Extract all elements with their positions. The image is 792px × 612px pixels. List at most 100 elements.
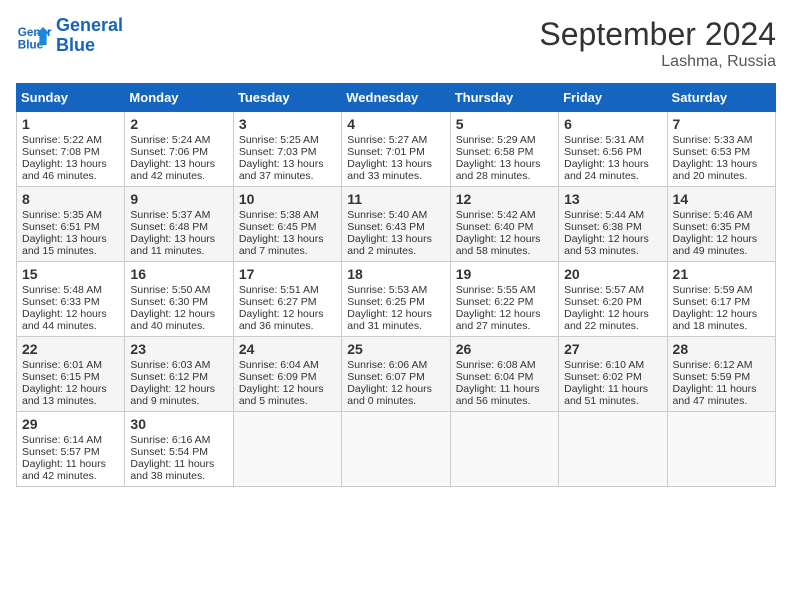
calendar-cell: 11Sunrise: 5:40 AMSunset: 6:43 PMDayligh… [342, 187, 450, 262]
day-info-line: Sunrise: 5:53 AM [347, 284, 444, 296]
calendar-cell: 25Sunrise: 6:06 AMSunset: 6:07 PMDayligh… [342, 337, 450, 412]
day-info-line: Sunrise: 5:37 AM [130, 209, 227, 221]
day-info-line: Daylight: 12 hours [564, 308, 661, 320]
day-info-line: and 15 minutes. [22, 245, 119, 257]
col-header-wednesday: Wednesday [342, 84, 450, 112]
day-info-line: Sunset: 6:45 PM [239, 221, 336, 233]
calendar-cell: 5Sunrise: 5:29 AMSunset: 6:58 PMDaylight… [450, 112, 558, 187]
day-number: 18 [347, 266, 444, 282]
logo: General Blue General Blue [16, 16, 123, 56]
day-info-line: Daylight: 11 hours [564, 383, 661, 395]
day-info-line: Sunset: 6:02 PM [564, 371, 661, 383]
day-info-line: Daylight: 13 hours [347, 233, 444, 245]
day-number: 5 [456, 116, 553, 132]
day-info-line: Daylight: 11 hours [22, 458, 119, 470]
day-number: 14 [673, 191, 770, 207]
day-info-line: Sunset: 7:01 PM [347, 146, 444, 158]
calendar-cell: 4Sunrise: 5:27 AMSunset: 7:01 PMDaylight… [342, 112, 450, 187]
calendar-cell: 19Sunrise: 5:55 AMSunset: 6:22 PMDayligh… [450, 262, 558, 337]
calendar-cell [233, 412, 341, 487]
month-title: September 2024 [539, 16, 776, 53]
calendar-cell: 24Sunrise: 6:04 AMSunset: 6:09 PMDayligh… [233, 337, 341, 412]
calendar-cell: 20 Sunrise: 5:57 AMSunset: 6:20 PMDayligh… [559, 262, 667, 337]
day-number: 13 [564, 191, 661, 207]
day-info-line: Sunrise: 5:33 AM [673, 134, 770, 146]
day-info-line: Daylight: 13 hours [22, 158, 119, 170]
location-subtitle: Lashma, Russia [539, 53, 776, 71]
day-info-line: and 20 minutes. [673, 170, 770, 182]
day-info-line: Daylight: 12 hours [239, 308, 336, 320]
day-info-line: and 33 minutes. [347, 170, 444, 182]
day-info-line: Sunrise: 5:44 AM [564, 209, 661, 221]
day-number: 11 [347, 191, 444, 207]
day-info-line: Daylight: 12 hours [22, 308, 119, 320]
day-info-line: Daylight: 13 hours [673, 158, 770, 170]
day-info-line: Sunset: 7:03 PM [239, 146, 336, 158]
day-info-line: Daylight: 13 hours [564, 158, 661, 170]
day-number: 22 [22, 341, 119, 357]
day-number: 23 [130, 341, 227, 357]
calendar-cell: 21Sunrise: 5:59 AMSunset: 6:17 PMDayligh… [667, 262, 775, 337]
day-info-line: Sunset: 6:27 PM [239, 296, 336, 308]
day-info-line: Sunset: 5:57 PM [22, 446, 119, 458]
day-info-line: and 42 minutes. [22, 470, 119, 482]
day-info-line: Sunset: 6:20 PM [564, 296, 661, 308]
calendar-cell: 16Sunrise: 5:50 AMSunset: 6:30 PMDayligh… [125, 262, 233, 337]
day-number: 26 [456, 341, 553, 357]
day-info-line: Sunset: 6:25 PM [347, 296, 444, 308]
day-info-line: Daylight: 13 hours [239, 233, 336, 245]
calendar-week-row: 15Sunrise: 5:48 AMSunset: 6:33 PMDayligh… [17, 262, 776, 337]
day-number: 27 [564, 341, 661, 357]
day-info-line: and 9 minutes. [130, 395, 227, 407]
day-info-line: Sunset: 6:48 PM [130, 221, 227, 233]
calendar-cell: 27 Sunrise: 6:10 AMSunset: 6:02 PMDayligh… [559, 337, 667, 412]
day-info-line: Sunset: 6:30 PM [130, 296, 227, 308]
day-info-line: Daylight: 12 hours [673, 233, 770, 245]
day-info-line: Daylight: 13 hours [456, 158, 553, 170]
day-info-line: Daylight: 12 hours [347, 308, 444, 320]
calendar-cell: 18 Sunrise: 5:53 AMSunset: 6:25 PMDayligh… [342, 262, 450, 337]
day-info-line: Sunrise: 5:48 AM [22, 284, 119, 296]
day-number: 3 [239, 116, 336, 132]
day-number: 16 [130, 266, 227, 282]
day-info-line: and 27 minutes. [456, 320, 553, 332]
day-info-line: and 36 minutes. [239, 320, 336, 332]
day-info-line: and 42 minutes. [130, 170, 227, 182]
day-info-line: and 13 minutes. [22, 395, 119, 407]
calendar-cell: 9Sunrise: 5:37 AMSunset: 6:48 PMDaylight… [125, 187, 233, 262]
day-info-line: Daylight: 12 hours [564, 233, 661, 245]
day-info-line: Sunset: 6:15 PM [22, 371, 119, 383]
day-info-line: and 44 minutes. [22, 320, 119, 332]
day-info-line: Daylight: 11 hours [456, 383, 553, 395]
day-info-line: Sunrise: 5:59 AM [673, 284, 770, 296]
day-info-line: Sunset: 6:07 PM [347, 371, 444, 383]
day-info-line: Sunset: 6:58 PM [456, 146, 553, 158]
day-number: 30 [130, 416, 227, 432]
day-info-line: Sunset: 6:43 PM [347, 221, 444, 233]
day-number: 21 [673, 266, 770, 282]
day-info-line: and 18 minutes. [673, 320, 770, 332]
day-info-line: Sunrise: 5:57 AM [564, 284, 661, 296]
day-info-line: and 47 minutes. [673, 395, 770, 407]
day-info-line: Daylight: 13 hours [130, 233, 227, 245]
day-info-line: Sunrise: 6:04 AM [239, 359, 336, 371]
calendar-cell [342, 412, 450, 487]
day-info-line: Daylight: 13 hours [130, 158, 227, 170]
col-header-monday: Monday [125, 84, 233, 112]
day-number: 24 [239, 341, 336, 357]
logo-text: General Blue [56, 16, 123, 56]
day-info-line: Sunrise: 6:06 AM [347, 359, 444, 371]
day-info-line: Daylight: 12 hours [456, 308, 553, 320]
day-info-line: Sunrise: 5:42 AM [456, 209, 553, 221]
calendar-cell: 23Sunrise: 6:03 AMSunset: 6:12 PMDayligh… [125, 337, 233, 412]
day-info-line: Sunrise: 6:10 AM [564, 359, 661, 371]
day-info-line: Sunset: 7:08 PM [22, 146, 119, 158]
calendar-week-row: 8Sunrise: 5:35 AMSunset: 6:51 PMDaylight… [17, 187, 776, 262]
calendar-cell: 22Sunrise: 6:01 AMSunset: 6:15 PMDayligh… [17, 337, 125, 412]
day-number: 20 [564, 266, 661, 282]
calendar-cell: 14Sunrise: 5:46 AMSunset: 6:35 PMDayligh… [667, 187, 775, 262]
calendar-cell: 6Sunrise: 5:31 AMSunset: 6:56 PMDaylight… [559, 112, 667, 187]
day-number: 7 [673, 116, 770, 132]
day-number: 12 [456, 191, 553, 207]
day-info-line: Sunrise: 5:55 AM [456, 284, 553, 296]
